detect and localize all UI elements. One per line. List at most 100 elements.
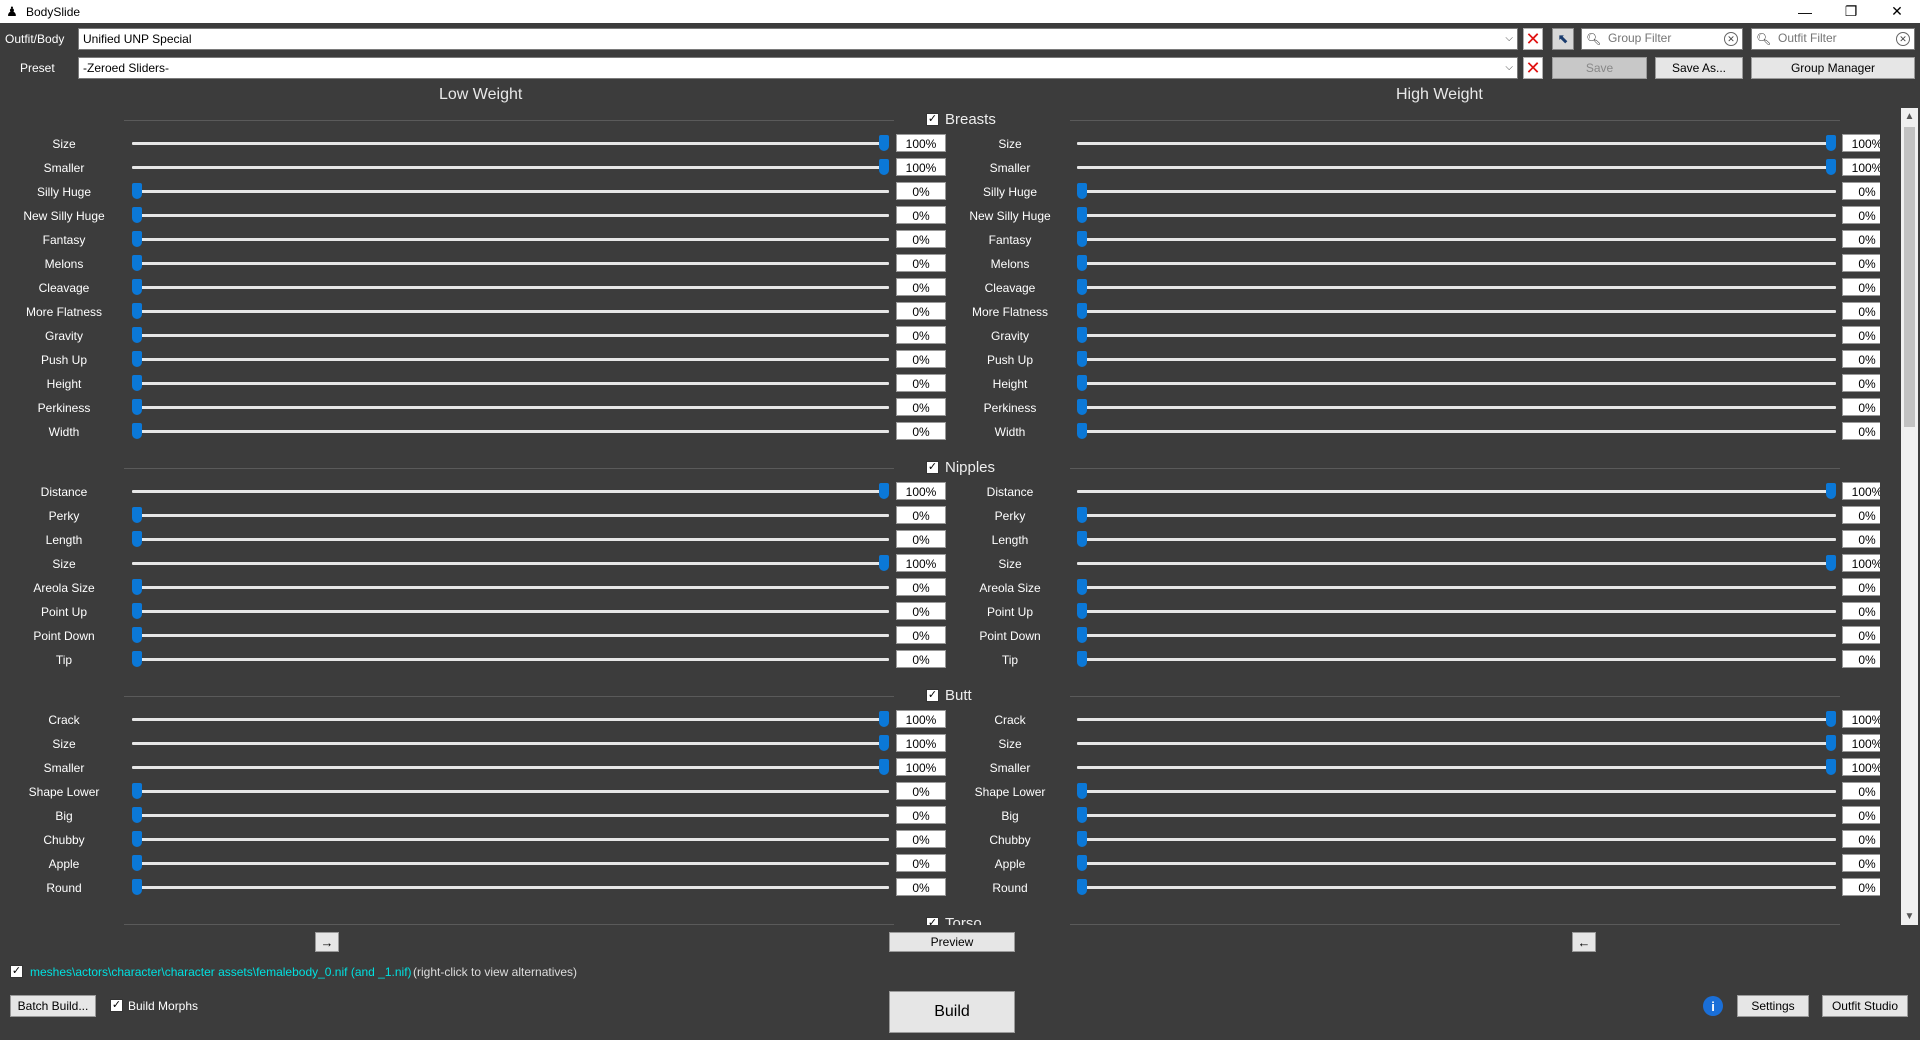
slider-value-low[interactable]: 0% xyxy=(896,806,946,824)
slider-value-low[interactable]: 100% xyxy=(896,482,946,500)
slider-value-high[interactable]: 0% xyxy=(1842,182,1880,200)
slider-track-high[interactable] xyxy=(1077,610,1836,613)
slider-track-high[interactable] xyxy=(1077,538,1836,541)
slider-thumb-high[interactable] xyxy=(1077,327,1087,343)
slider-value-high[interactable]: 0% xyxy=(1842,374,1880,392)
slider-value-low[interactable]: 0% xyxy=(896,854,946,872)
slider-thumb-low[interactable] xyxy=(132,423,142,439)
slider-value-low[interactable]: 100% xyxy=(896,554,946,572)
slider-track-low[interactable] xyxy=(132,814,889,817)
slider-value-low[interactable]: 0% xyxy=(896,302,946,320)
slider-value-high[interactable]: 0% xyxy=(1842,302,1880,320)
category-checkbox[interactable]: ✓ xyxy=(926,113,939,126)
slider-thumb-high[interactable] xyxy=(1077,207,1087,223)
slider-value-high[interactable]: 100% xyxy=(1842,158,1880,176)
slider-track-low[interactable] xyxy=(132,562,889,565)
slider-value-low[interactable]: 0% xyxy=(896,602,946,620)
slider-value-low[interactable]: 0% xyxy=(896,422,946,440)
slider-value-high[interactable]: 0% xyxy=(1842,626,1880,644)
slider-thumb-high[interactable] xyxy=(1077,879,1087,895)
slider-value-low[interactable]: 0% xyxy=(896,650,946,668)
scroll-down-icon[interactable]: ▼ xyxy=(1901,908,1918,925)
slider-value-low[interactable]: 0% xyxy=(896,830,946,848)
slider-thumb-low[interactable] xyxy=(132,183,142,199)
slider-value-low[interactable]: 0% xyxy=(896,182,946,200)
slider-track-high[interactable] xyxy=(1077,766,1836,769)
slider-thumb-high[interactable] xyxy=(1826,159,1836,175)
slider-thumb-high[interactable] xyxy=(1077,855,1087,871)
slider-thumb-low[interactable] xyxy=(132,207,142,223)
clear-outfit-button[interactable]: ✕ xyxy=(1523,28,1543,50)
slider-thumb-low[interactable] xyxy=(132,807,142,823)
save-as-button[interactable]: Save As... xyxy=(1655,57,1743,79)
slider-track-high[interactable] xyxy=(1077,790,1836,793)
slider-value-high[interactable]: 0% xyxy=(1842,530,1880,548)
slider-track-low[interactable] xyxy=(132,862,889,865)
slider-value-low[interactable]: 0% xyxy=(896,782,946,800)
slider-track-high[interactable] xyxy=(1077,718,1836,721)
slider-value-high[interactable]: 0% xyxy=(1842,830,1880,848)
slider-thumb-high[interactable] xyxy=(1826,711,1836,727)
slider-thumb-high[interactable] xyxy=(1826,759,1836,775)
slider-scrollbar[interactable]: ▲ ▼ xyxy=(1901,108,1918,925)
slider-thumb-low[interactable] xyxy=(132,327,142,343)
slider-track-high[interactable] xyxy=(1077,562,1836,565)
slider-value-low[interactable]: 0% xyxy=(896,530,946,548)
slider-value-high[interactable]: 0% xyxy=(1842,602,1880,620)
build-morphs-checkbox[interactable]: ✓ xyxy=(110,999,123,1012)
slider-thumb-low[interactable] xyxy=(132,831,142,847)
outfit-filter[interactable]: 🔍︎ ✕ xyxy=(1751,28,1915,50)
slider-track-low[interactable] xyxy=(132,214,889,217)
slider-thumb-low[interactable] xyxy=(879,483,889,499)
slider-track-low[interactable] xyxy=(132,262,889,265)
slider-thumb-low[interactable] xyxy=(132,651,142,667)
slider-value-high[interactable]: 0% xyxy=(1842,206,1880,224)
slider-track-low[interactable] xyxy=(132,838,889,841)
slider-track-low[interactable] xyxy=(132,334,889,337)
slider-value-high[interactable]: 100% xyxy=(1842,710,1880,728)
slider-value-high[interactable]: 100% xyxy=(1842,554,1880,572)
slider-value-low[interactable]: 0% xyxy=(896,506,946,524)
slider-thumb-low[interactable] xyxy=(132,399,142,415)
slider-thumb-low[interactable] xyxy=(132,627,142,643)
slider-thumb-high[interactable] xyxy=(1077,279,1087,295)
slider-track-high[interactable] xyxy=(1077,262,1836,265)
slider-value-low[interactable]: 100% xyxy=(896,158,946,176)
slider-thumb-low[interactable] xyxy=(879,759,889,775)
slider-track-high[interactable] xyxy=(1077,634,1836,637)
slider-track-low[interactable] xyxy=(132,790,889,793)
slider-value-high[interactable]: 0% xyxy=(1842,782,1880,800)
save-button[interactable]: Save xyxy=(1552,57,1647,79)
slider-thumb-high[interactable] xyxy=(1077,783,1087,799)
slider-track-low[interactable] xyxy=(132,658,889,661)
slider-track-low[interactable] xyxy=(132,286,889,289)
slider-track-low[interactable] xyxy=(132,718,889,721)
slider-value-high[interactable]: 0% xyxy=(1842,878,1880,896)
slider-thumb-low[interactable] xyxy=(132,579,142,595)
group-filter[interactable]: 🔍︎ ✕ xyxy=(1581,28,1743,50)
slider-value-high[interactable]: 0% xyxy=(1842,398,1880,416)
slider-value-low[interactable]: 0% xyxy=(896,374,946,392)
build-button[interactable]: Build xyxy=(889,991,1015,1033)
slider-value-low[interactable]: 0% xyxy=(896,278,946,296)
slider-track-high[interactable] xyxy=(1077,358,1836,361)
slider-thumb-high[interactable] xyxy=(1077,231,1087,247)
slider-thumb-low[interactable] xyxy=(879,159,889,175)
close-icon[interactable]: ✕ xyxy=(1874,0,1920,23)
slider-thumb-high[interactable] xyxy=(1077,627,1087,643)
slider-thumb-high[interactable] xyxy=(1077,375,1087,391)
slider-value-low[interactable]: 0% xyxy=(896,350,946,368)
slider-value-high[interactable]: 100% xyxy=(1842,734,1880,752)
slider-thumb-low[interactable] xyxy=(132,375,142,391)
slider-track-low[interactable] xyxy=(132,538,889,541)
slider-track-high[interactable] xyxy=(1077,814,1836,817)
slider-track-low[interactable] xyxy=(132,490,889,493)
slider-track-high[interactable] xyxy=(1077,214,1836,217)
outfit-select[interactable]: Unified UNP Special ⌵ xyxy=(78,28,1518,50)
slider-value-high[interactable]: 100% xyxy=(1842,134,1880,152)
slider-value-high[interactable]: 0% xyxy=(1842,650,1880,668)
slider-track-high[interactable] xyxy=(1077,382,1836,385)
slider-track-high[interactable] xyxy=(1077,406,1836,409)
slider-thumb-low[interactable] xyxy=(132,351,142,367)
slider-thumb-high[interactable] xyxy=(1077,603,1087,619)
